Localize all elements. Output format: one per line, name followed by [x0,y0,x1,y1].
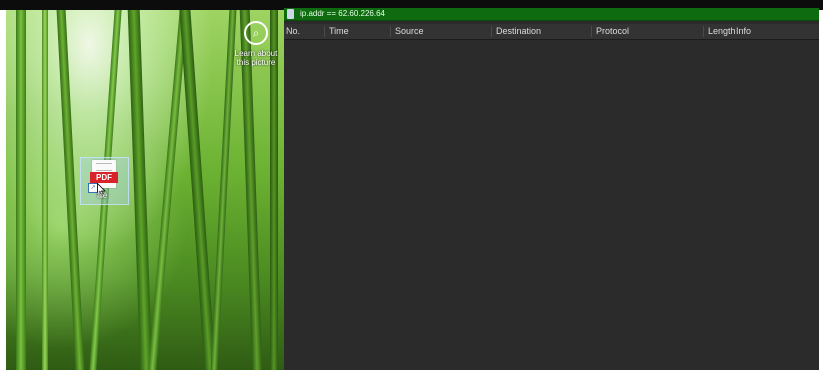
column-time[interactable]: Time [329,24,349,39]
camera-lens-icon: ⌕ [244,21,268,45]
column-length[interactable]: Length [708,24,736,39]
pdf-file-icon-selected[interactable]: PDF ↗ file [80,157,129,205]
column-protocol[interactable]: Protocol [596,24,629,39]
display-filter-bar[interactable]: ip.addr == 62.60.226.64 [284,8,819,21]
bamboo-stalk [16,10,26,370]
bamboo-stalk [178,10,217,370]
column-separator[interactable] [324,26,325,37]
column-info[interactable]: Info [736,24,751,39]
column-destination[interactable]: Destination [496,24,541,39]
packet-list-pane[interactable] [284,40,819,370]
pdf-file-label: file [97,191,108,200]
learn-about-picture-shortcut[interactable]: ⌕ Learn about this picture [228,21,284,67]
column-separator[interactable] [491,26,492,37]
pdf-badge: PDF [90,172,118,183]
bamboo-stalk [127,10,153,370]
column-separator[interactable] [591,26,592,37]
bamboo-stalk [42,10,48,370]
column-no[interactable]: No. [286,24,300,39]
packet-list-header: No. Time Source Destination Protocol Len… [284,24,819,40]
bookmark-icon[interactable] [287,9,294,19]
learn-about-label: Learn about this picture [234,49,278,67]
display-filter-input[interactable]: ip.addr == 62.60.226.64 [300,8,385,20]
desktop-background: ⌕ Learn about this picture PDF ↗ file [6,10,284,370]
column-separator[interactable] [703,26,704,37]
wireshark-window: ip.addr == 62.60.226.64 No. Time Source … [284,8,819,370]
column-separator[interactable] [390,26,391,37]
column-source[interactable]: Source [395,24,424,39]
